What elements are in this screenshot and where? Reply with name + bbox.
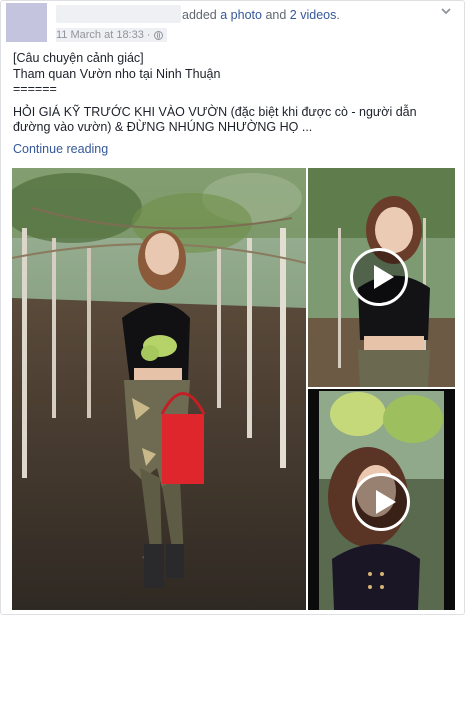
post-line: HỎI GIÁ KỸ TRƯỚC KHI VÀO VƯỜN (đặc biệt … (13, 104, 417, 135)
chevron-down-icon[interactable] (440, 5, 452, 17)
post-meta: 11 March at 18:33 · (56, 28, 167, 42)
headline-prefix: added (182, 8, 217, 22)
author-name-redacted[interactable] (56, 5, 181, 23)
play-icon[interactable] (350, 248, 408, 306)
continue-reading-link[interactable]: Continue reading (13, 142, 108, 156)
videos-link[interactable]: 2 videos (290, 8, 337, 22)
main-photo[interactable] (12, 168, 306, 610)
post-line: Tham quan Vườn nho tại Ninh Thuận (13, 66, 221, 81)
video-thumbnail-1[interactable] (308, 168, 455, 387)
meta-separator: · (146, 29, 151, 41)
post-line: [Câu chuyện cảnh giác] (13, 51, 144, 65)
post-body: [Câu chuyện cảnh giác] Tham quan Vườn nh… (13, 51, 453, 136)
post-card: added a photo and 2 videos. 11 March at … (0, 0, 465, 615)
photo-link[interactable]: a photo (220, 8, 262, 22)
post-line: ====== (13, 82, 57, 96)
avatar[interactable] (6, 3, 47, 42)
globe-icon[interactable] (153, 30, 163, 40)
video-thumbnail-2[interactable] (308, 389, 455, 610)
headline-end: . (336, 8, 340, 22)
play-icon[interactable] (352, 473, 410, 531)
post-headline: added a photo and 2 videos. (182, 8, 340, 22)
headline-and: and (265, 8, 287, 22)
timestamp[interactable]: 11 March at 18:33 (56, 29, 144, 41)
